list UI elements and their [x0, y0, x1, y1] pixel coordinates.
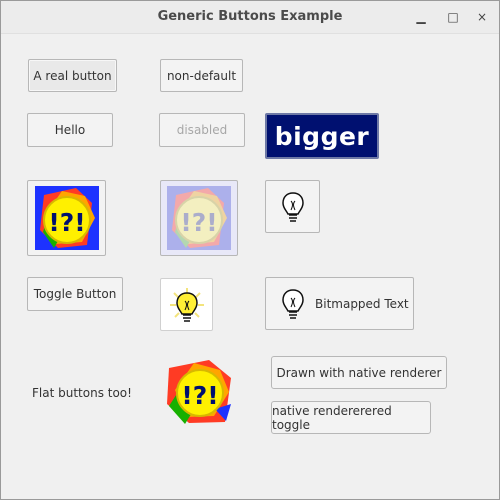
title-bar: Generic Buttons Example ▁ □ ×: [1, 1, 499, 34]
close-icon[interactable]: ×: [472, 7, 492, 27]
bitmapped-text-button[interactable]: Bitmapped Text: [265, 277, 414, 330]
logo-icon: !?!: [34, 186, 99, 250]
logo-image-disabled-button: !?!: [160, 180, 238, 256]
minimize-icon[interactable]: ▁: [411, 7, 431, 27]
flat-logo-icon: !?!: [167, 360, 231, 424]
hello-label: Hello: [54, 123, 86, 137]
logo-text-faded: !?!: [180, 208, 217, 237]
bitmapped-text-label: Bitmapped Text: [315, 296, 409, 311]
real-button[interactable]: A real button: [28, 59, 117, 92]
maximize-icon[interactable]: □: [443, 7, 463, 27]
bulb-button[interactable]: [265, 180, 320, 233]
disabled-button: disabled: [159, 113, 245, 147]
logo-text: !?!: [48, 208, 85, 237]
native-renderer-button[interactable]: Drawn with native renderer: [271, 356, 447, 389]
toggle-button-label: Toggle Button: [33, 287, 117, 301]
logo-icon-faded: !?!: [167, 186, 231, 250]
real-button-label: A real button: [33, 68, 112, 83]
native-toggle-button[interactable]: native rendererered toggle: [271, 401, 431, 434]
logo-image-button[interactable]: !?!: [27, 180, 106, 256]
bigger-label: bigger: [274, 121, 370, 151]
toggle-button[interactable]: Toggle Button: [27, 277, 123, 311]
bigger-button[interactable]: bigger: [265, 113, 379, 159]
native-renderer-label: Drawn with native renderer: [276, 365, 442, 380]
non-default-label: non-default: [166, 68, 237, 83]
native-toggle-label: native rendererered toggle: [272, 403, 392, 432]
lightbulb-icon: [281, 191, 304, 222]
bitmapped-lightbulb-icon: [282, 288, 304, 319]
lit-bulb-button[interactable]: [160, 278, 213, 331]
flat-logo-button[interactable]: !?!: [167, 358, 233, 424]
non-default-button[interactable]: non-default: [160, 59, 243, 92]
disabled-label: disabled: [176, 123, 228, 137]
flat-logo-text: !?!: [181, 381, 218, 410]
lit-lightbulb-icon: [169, 287, 204, 322]
generic-buttons-window: Generic Buttons Example ▁ □ × A real but…: [0, 0, 500, 500]
hello-button[interactable]: Hello: [27, 113, 113, 147]
flat-buttons-label: Flat buttons too!: [32, 386, 132, 400]
